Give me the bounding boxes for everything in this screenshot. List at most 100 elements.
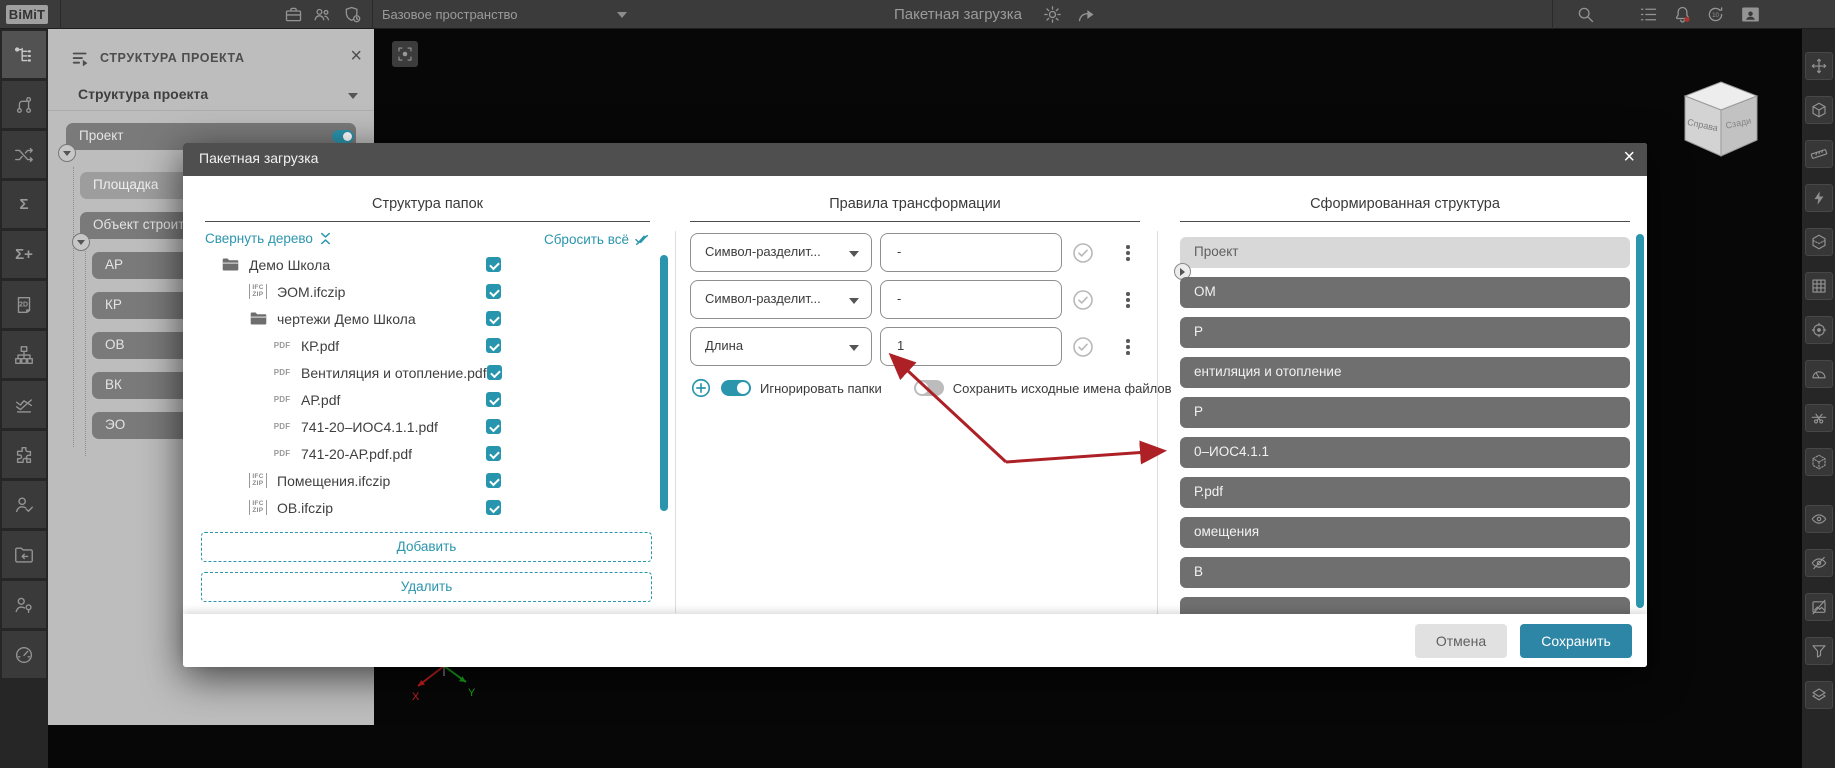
- file-tree-row[interactable]: IFCZIP PDF 741-20–ИОС4.1.1.pdf: [239, 413, 503, 440]
- image-off-icon[interactable]: [1805, 593, 1833, 621]
- close-icon[interactable]: ×: [350, 45, 362, 68]
- result-item[interactable]: ОМ: [1180, 277, 1630, 308]
- user-location-icon[interactable]: [2, 581, 46, 628]
- right-toolbar: [1802, 29, 1835, 768]
- rule-menu-icon[interactable]: [1121, 288, 1135, 312]
- tree-connector: [73, 167, 74, 447]
- file-checkbox[interactable]: [486, 473, 501, 488]
- briefcase-icon[interactable]: [283, 4, 304, 25]
- visibility-toggle[interactable]: [332, 130, 354, 143]
- keep-names-label: Сохранить исходные имена файлов: [952, 380, 1172, 396]
- result-item[interactable]: ентиляция и отопление: [1180, 357, 1630, 388]
- rule-type-select[interactable]: Символ-разделит...: [690, 233, 872, 272]
- lightning-icon[interactable]: [1805, 184, 1833, 212]
- result-item[interactable]: омещения: [1180, 517, 1630, 548]
- sum-plus-icon[interactable]: Σ+: [2, 231, 46, 278]
- header-underline: [205, 221, 650, 222]
- add-rule-icon[interactable]: [690, 377, 712, 399]
- measure-icon[interactable]: [1805, 140, 1833, 168]
- rule-menu-icon[interactable]: [1121, 241, 1135, 265]
- keep-names-toggle[interactable]: [913, 380, 944, 396]
- search-icon[interactable]: [1575, 4, 1596, 25]
- file-checkbox[interactable]: [486, 419, 501, 434]
- trend-lines-icon[interactable]: [2, 381, 46, 428]
- clip-plane-icon[interactable]: [1805, 404, 1833, 432]
- divider: [60, 0, 61, 29]
- apply-rule-icon[interactable]: [1071, 288, 1095, 312]
- result-item[interactable]: Р: [1180, 397, 1630, 428]
- chevron-down-icon[interactable]: [617, 12, 627, 18]
- gear-icon[interactable]: [1042, 4, 1063, 25]
- file-checkbox[interactable]: [486, 500, 501, 515]
- project-structure-icon[interactable]: [2, 31, 46, 78]
- rules-options: Игнорировать папки Сохранить исходные им…: [690, 375, 1171, 401]
- shield-clock-icon[interactable]: [342, 4, 363, 25]
- target-icon[interactable]: [1805, 316, 1833, 344]
- apply-rule-icon[interactable]: [1071, 241, 1095, 265]
- protractor-icon[interactable]: [1805, 360, 1833, 388]
- cancel-button[interactable]: Отмена: [1415, 624, 1507, 658]
- section-box-icon[interactable]: [1805, 228, 1833, 256]
- wireframe-cube-icon[interactable]: [1805, 448, 1833, 476]
- delete-button[interactable]: Удалить: [201, 572, 652, 602]
- pan-icon[interactable]: [1805, 52, 1833, 80]
- ignore-folders-toggle[interactable]: [721, 380, 751, 396]
- user-icon[interactable]: [1740, 4, 1761, 25]
- file-checkbox[interactable]: [486, 446, 501, 461]
- gauge-icon[interactable]: [2, 631, 46, 678]
- bell-icon[interactable]: [1672, 4, 1693, 25]
- file-tree-row[interactable]: IFCZIP PDF Помещения.ifczip: [227, 467, 503, 494]
- result-item[interactable]: Р.pdf: [1180, 477, 1630, 508]
- result-item[interactable]: Проект: [1174, 237, 1630, 280]
- rule-menu-icon[interactable]: [1121, 335, 1135, 359]
- visibility-icon[interactable]: [1805, 505, 1833, 533]
- users-icon[interactable]: [312, 4, 333, 25]
- file-checkbox[interactable]: [486, 392, 501, 407]
- rule-value-input[interactable]: -: [880, 280, 1062, 319]
- graph-branch-icon[interactable]: [2, 81, 46, 128]
- panel-menu-icon[interactable]: [70, 48, 92, 70]
- result-item[interactable]: В: [1180, 557, 1630, 588]
- rule-type-select[interactable]: Длина: [690, 327, 872, 366]
- save-button[interactable]: Сохранить: [1520, 624, 1632, 658]
- app-logo[interactable]: BiMiT: [6, 5, 48, 24]
- file-tree-row[interactable]: IFCZIP PDF 741-20-АР.pdf.pdf: [239, 440, 503, 467]
- zoom-fit-icon[interactable]: [1805, 96, 1833, 124]
- structure-selector[interactable]: Структура проекта: [48, 81, 374, 111]
- doc-2d-icon[interactable]: 2D: [2, 281, 46, 328]
- list-icon[interactable]: [1638, 4, 1659, 25]
- dialog-title-bar: Пакетная загрузка ×: [183, 143, 1647, 176]
- visibility-off-icon[interactable]: [1805, 549, 1833, 577]
- rule-value-input[interactable]: 1: [880, 327, 1062, 366]
- plugin-icon[interactable]: [2, 431, 46, 478]
- result-item[interactable]: Р: [1180, 317, 1630, 348]
- rule-value-input[interactable]: -: [880, 233, 1062, 272]
- result-scrollbar[interactable]: [1636, 234, 1644, 608]
- workspace-selector[interactable]: Базовое пространство: [382, 0, 518, 29]
- header-underline: [690, 221, 1140, 222]
- chevron-down-icon: [849, 345, 859, 351]
- add-button[interactable]: Добавить: [201, 532, 652, 562]
- view-cube[interactable]: Справа Сзади: [1679, 76, 1763, 164]
- history-icon[interactable]: 10: [1705, 4, 1726, 25]
- file-tree-row[interactable]: IFCZIP PDF ОВ.ifczip: [227, 494, 503, 521]
- apply-rule-icon[interactable]: [1071, 335, 1095, 359]
- rule-type-select[interactable]: Символ-разделит...: [690, 280, 872, 319]
- shuffle-icon[interactable]: [2, 131, 46, 178]
- expander-icon[interactable]: [58, 144, 76, 162]
- hierarchy-icon[interactable]: [2, 331, 46, 378]
- grid-icon[interactable]: [1805, 272, 1833, 300]
- share-icon[interactable]: [1076, 4, 1097, 25]
- user-check-icon[interactable]: [2, 481, 46, 528]
- sum-icon[interactable]: Σ: [2, 181, 46, 228]
- pdf-icon: PDF: [273, 449, 291, 458]
- folder-import-icon[interactable]: [2, 531, 46, 578]
- file-checkbox[interactable]: [486, 365, 502, 380]
- layers-icon[interactable]: [1805, 681, 1833, 709]
- screenshot-tool[interactable]: [392, 41, 418, 67]
- expander-icon[interactable]: [72, 233, 90, 251]
- close-icon[interactable]: ×: [1623, 146, 1635, 169]
- filter-icon[interactable]: [1805, 637, 1833, 665]
- file-tree-row[interactable]: IFCZIP PDF АР.pdf: [239, 386, 503, 413]
- result-item[interactable]: 0–ИОС4.1.1: [1180, 437, 1630, 468]
